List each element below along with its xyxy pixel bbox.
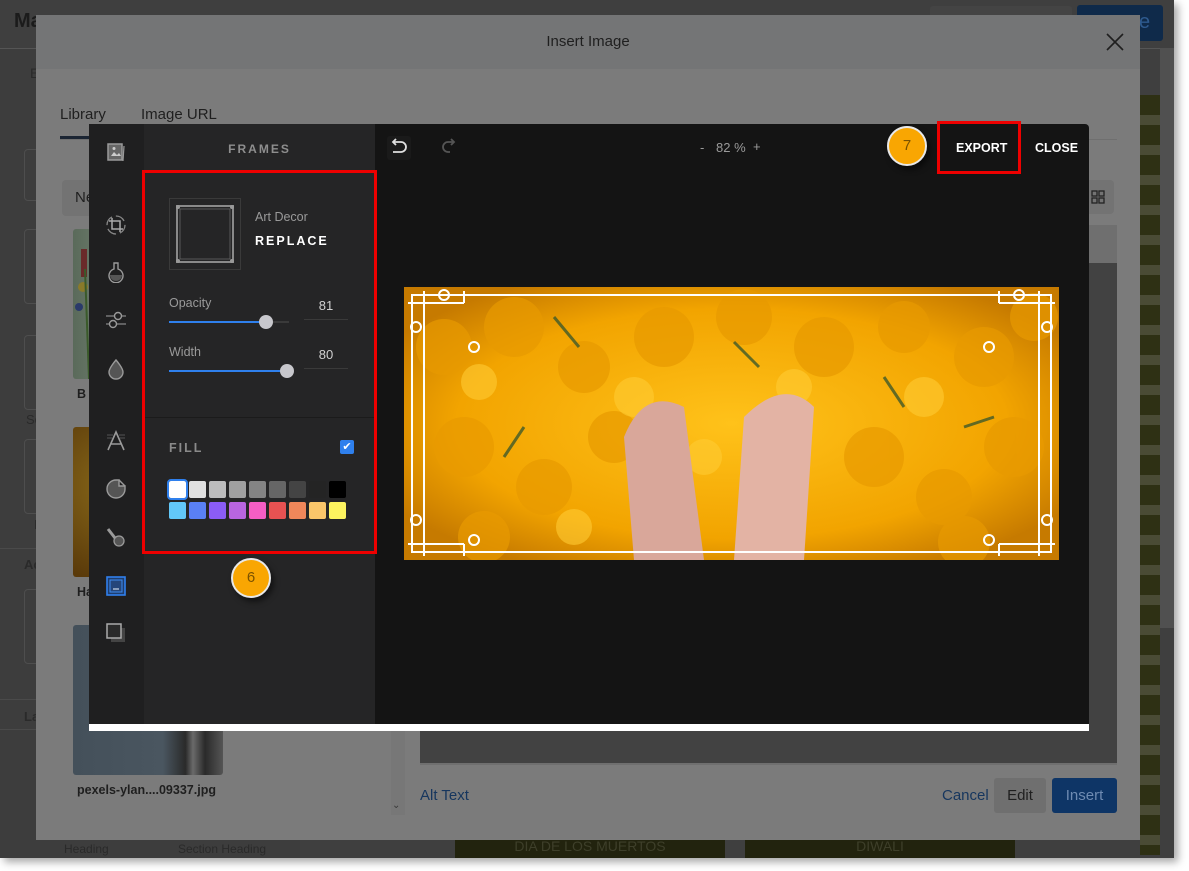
color-swatch[interactable]	[329, 502, 346, 519]
width-slider-fill	[169, 370, 287, 372]
focus-icon[interactable]	[105, 358, 127, 380]
insert-button[interactable]: Insert	[1052, 778, 1117, 813]
export-button[interactable]: EXPORT	[956, 141, 1007, 155]
color-swatch[interactable]	[209, 481, 226, 498]
fill-checkbox[interactable]: ✔	[340, 440, 354, 454]
width-label: Width	[169, 345, 201, 359]
opacity-slider-fill	[169, 321, 267, 323]
background-footer-label: Heading	[64, 842, 109, 856]
library-icon[interactable]	[105, 141, 127, 163]
text-icon[interactable]	[105, 430, 127, 452]
step-badge-7: 7	[887, 126, 927, 166]
panel-divider	[144, 417, 375, 418]
library-item-label: B	[77, 387, 87, 401]
editor-tool-rail	[89, 124, 144, 724]
background-tile: DIA DE LOS MUERTOS	[455, 838, 725, 858]
edit-button[interactable]: Edit	[994, 778, 1046, 813]
close-editor-button[interactable]: CLOSE	[1035, 141, 1078, 155]
color-swatch[interactable]	[309, 481, 326, 498]
color-swatch[interactable]	[269, 502, 286, 519]
screen: Ma e E So D Ac La DIA DE LOS MUERTOS DIW…	[0, 0, 1174, 858]
color-swatch[interactable]	[229, 481, 246, 498]
color-swatch[interactable]	[309, 502, 326, 519]
scroll-down-icon[interactable]: ⌄	[392, 800, 400, 811]
zoom-level: 82 %	[716, 140, 746, 155]
zoom-out-button[interactable]: -	[700, 140, 704, 155]
dialog-title: Insert Image	[546, 33, 630, 50]
color-swatch[interactable]	[289, 481, 306, 498]
opacity-slider-handle[interactable]	[259, 315, 274, 329]
width-slider-handle[interactable]	[279, 364, 294, 378]
color-swatch[interactable]	[249, 502, 266, 519]
sticker-icon[interactable]	[105, 478, 127, 500]
panel-title: FRAMES	[228, 142, 291, 156]
color-swatch[interactable]	[269, 481, 286, 498]
zoom-in-button[interactable]: +	[753, 139, 761, 154]
filter-icon[interactable]	[105, 261, 127, 284]
opacity-slider[interactable]	[169, 315, 289, 329]
image-editor: FRAMES Art Decor REPLACE Opacity 81 Widt…	[89, 124, 1089, 731]
color-swatch[interactable]	[189, 502, 206, 519]
frame-icon[interactable]	[105, 575, 127, 597]
color-swatch[interactable]	[329, 481, 346, 498]
color-swatch[interactable]	[229, 502, 246, 519]
undo-icon[interactable]	[387, 136, 411, 160]
redo-icon[interactable]	[437, 136, 461, 160]
library-item-label: pexels-ylan....09337.jpg	[77, 783, 216, 797]
crop-icon[interactable]	[105, 214, 127, 236]
close-icon[interactable]	[1104, 31, 1126, 53]
color-swatch[interactable]	[209, 502, 226, 519]
overlay-icon[interactable]	[105, 622, 127, 644]
background-decorative-pattern	[1140, 95, 1160, 855]
tab-library[interactable]: Library	[60, 106, 106, 123]
cancel-button[interactable]: Cancel	[942, 787, 989, 804]
color-swatch[interactable]	[167, 479, 188, 500]
alt-text-link[interactable]: Alt Text	[420, 787, 469, 804]
step-badge-6: 6	[231, 558, 271, 598]
color-swatch[interactable]	[189, 481, 206, 498]
opacity-label: Opacity	[169, 296, 212, 310]
color-swatch[interactable]	[169, 502, 186, 519]
background-tile: DIWALI	[745, 838, 1015, 858]
edited-image-canvas[interactable]	[404, 287, 1059, 560]
tab-image-url[interactable]: Image URL	[141, 106, 217, 123]
grid-view-button[interactable]	[1086, 180, 1114, 214]
frames-settings-panel: FRAMES Art Decor REPLACE Opacity 81 Widt…	[144, 124, 375, 724]
frame-preview-thumbnail[interactable]	[169, 198, 241, 270]
color-swatch[interactable]	[249, 481, 266, 498]
color-swatch[interactable]	[289, 502, 306, 519]
width-slider[interactable]	[169, 364, 294, 378]
background-scrollbar[interactable]	[1160, 48, 1174, 628]
replace-frame-button[interactable]: REPLACE	[255, 234, 329, 248]
background-primary-button-label: e	[1139, 11, 1151, 33]
brush-icon[interactable]	[105, 526, 127, 548]
opacity-value-input[interactable]: 81	[304, 298, 348, 320]
background-footer-label: Section Heading	[178, 842, 267, 856]
fill-label: FILL	[169, 441, 204, 455]
width-value-input[interactable]: 80	[304, 347, 348, 369]
adjust-icon[interactable]	[105, 309, 127, 331]
frame-name: Art Decor	[255, 210, 308, 224]
